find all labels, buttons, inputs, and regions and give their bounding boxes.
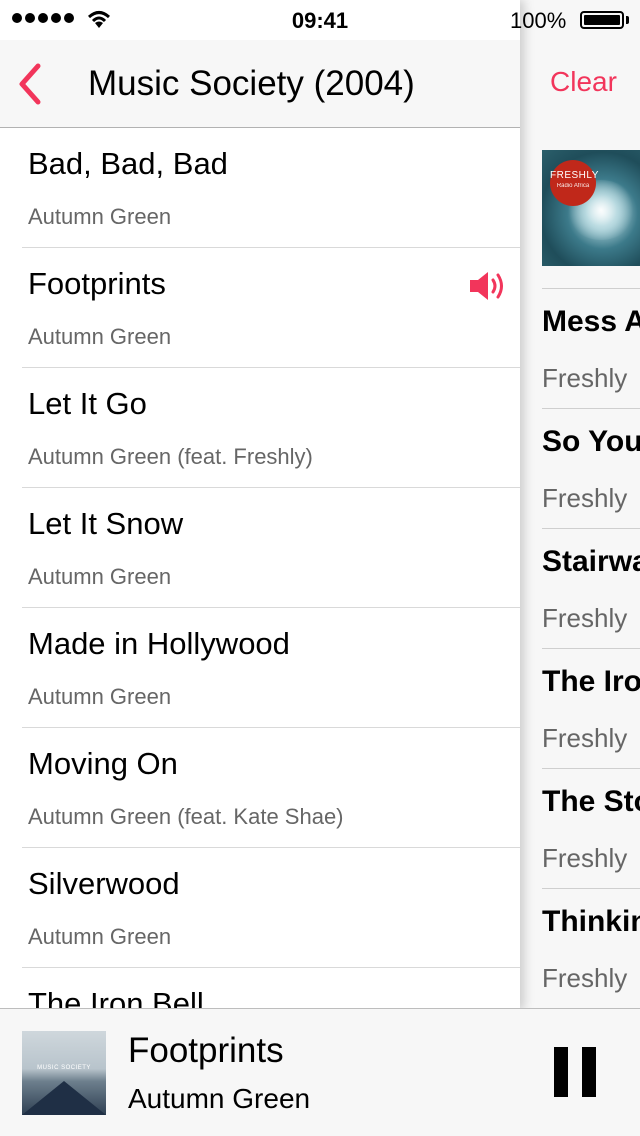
queue-item-artist: Freshly xyxy=(542,363,628,393)
queue-item-artist: Freshly xyxy=(542,603,628,633)
up-next-panel: Clear FRESHLY Radio Africa Mess A Freshl… xyxy=(520,0,640,1010)
queue-item-artist: Freshly xyxy=(542,843,628,873)
queue-item[interactable]: Thinkin Freshly xyxy=(542,888,640,1008)
track-row[interactable]: Moving On Autumn Green (feat. Kate Shae) xyxy=(22,728,520,848)
navigation-bar: Music Society (2004) xyxy=(0,40,520,128)
queue-item[interactable]: Stairwa Freshly xyxy=(542,528,640,648)
track-row[interactable]: Let It Snow Autumn Green xyxy=(22,488,520,608)
battery-icon xyxy=(580,11,624,29)
track-artist: Autumn Green xyxy=(28,564,172,589)
track-row[interactable]: Made in Hollywood Autumn Green xyxy=(22,608,520,728)
now-playing-artist: Autumn Green xyxy=(128,1083,311,1114)
track-row[interactable]: Let It Go Autumn Green (feat. Freshly) xyxy=(22,368,520,488)
queue-item-title: Thinkin xyxy=(542,905,640,938)
track-row[interactable]: Footprints Autumn Green xyxy=(22,248,520,368)
page-title: Music Society (2004) xyxy=(88,64,415,103)
track-title: Silverwood xyxy=(28,866,180,901)
clear-button[interactable]: Clear xyxy=(550,66,617,98)
track-artist: Autumn Green xyxy=(28,684,172,709)
now-playing-bar[interactable]: MUSIC SOCIETY Footprints Autumn Green xyxy=(0,1008,640,1136)
queue-item-title: Stairwa xyxy=(542,545,640,578)
track-row[interactable]: Bad, Bad, Bad Autumn Green xyxy=(22,128,520,248)
chevron-left-icon[interactable] xyxy=(10,60,54,108)
track-title: Made in Hollywood xyxy=(28,626,290,661)
track-title: Let It Snow xyxy=(28,506,184,541)
track-row[interactable]: The Iron Bell xyxy=(22,968,520,1010)
queue-item-artist: Freshly xyxy=(542,723,628,753)
track-row[interactable]: Silverwood Autumn Green xyxy=(22,848,520,968)
pause-icon[interactable] xyxy=(554,1047,598,1097)
now-playing-album-art[interactable]: MUSIC SOCIETY xyxy=(22,1031,106,1115)
queue-item[interactable]: So You Freshly xyxy=(542,408,640,528)
track-artist: Autumn Green xyxy=(28,324,172,349)
album-panel: Music Society (2004) Bad, Bad, Bad Autum… xyxy=(0,0,520,1010)
speaker-icon xyxy=(470,272,503,300)
queue-item-artist: Freshly xyxy=(542,963,628,993)
track-artist: Autumn Green xyxy=(28,924,172,949)
queue-item[interactable]: The Iro Freshly xyxy=(542,648,640,768)
track-list: Bad, Bad, Bad Autumn Green Footprints Au… xyxy=(0,128,520,1010)
battery-percentage: 100% xyxy=(510,8,567,33)
queue-item[interactable]: Mess A Freshly xyxy=(542,288,640,408)
track-title: The Iron Bell xyxy=(28,986,204,1010)
track-artist: Autumn Green (feat. Kate Shae) xyxy=(28,804,344,829)
album-badge: FRESHLY Radio Africa xyxy=(550,160,598,206)
queue-item[interactable]: The Sto Freshly xyxy=(542,768,640,888)
queue-item-title: Mess A xyxy=(542,305,640,338)
queue-item-title: The Iro xyxy=(542,665,640,698)
track-artist: Autumn Green (feat. Freshly) xyxy=(28,444,313,469)
track-title: Bad, Bad, Bad xyxy=(28,146,228,181)
track-title: Footprints xyxy=(28,266,166,301)
now-playing-title: Footprints xyxy=(128,1031,284,1070)
track-title: Let It Go xyxy=(28,386,147,421)
queue-item-title: The Sto xyxy=(542,785,640,818)
queue-album-art: FRESHLY Radio Africa xyxy=(542,150,640,266)
queue-list: Mess A Freshly So You Freshly Stairwa Fr… xyxy=(542,288,640,1008)
track-title: Moving On xyxy=(28,746,178,781)
track-artist: Autumn Green xyxy=(28,204,172,229)
queue-item-artist: Freshly xyxy=(542,483,628,513)
queue-item-title: So You xyxy=(542,425,640,458)
status-bar: 09:41 100% xyxy=(0,0,640,40)
